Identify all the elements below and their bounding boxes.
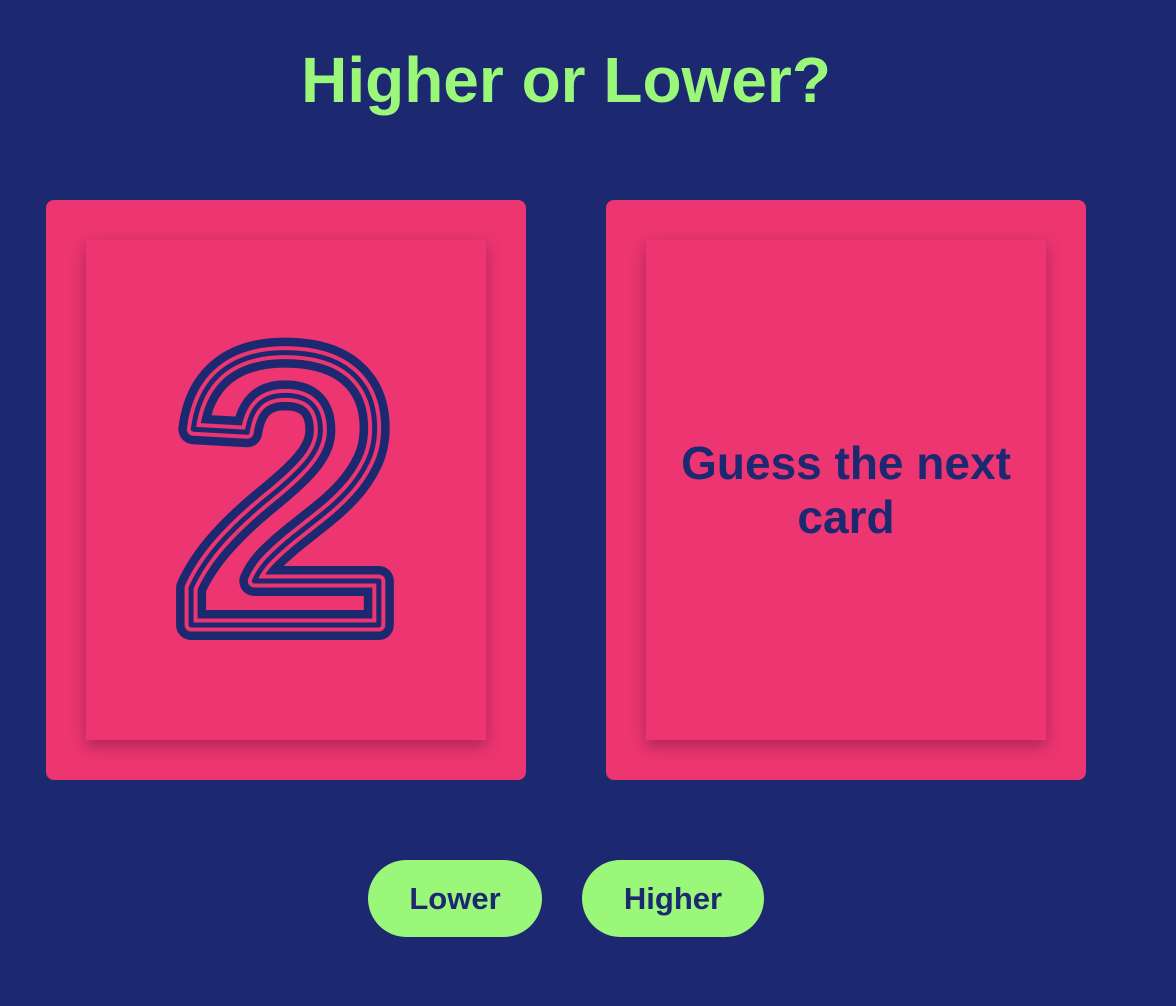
card-value-two: 2 2 2 [176, 335, 396, 645]
lower-button[interactable]: Lower [368, 860, 542, 937]
guess-prompt: Guess the next card [681, 437, 1011, 543]
current-card-face: 2 2 2 [86, 240, 486, 740]
higher-button[interactable]: Higher [582, 860, 764, 937]
current-card: 2 2 2 [46, 200, 526, 780]
page-title: Higher or Lower? [301, 44, 831, 116]
card-value-center-line: 2 [178, 335, 395, 645]
next-card-face: Guess the next card [646, 240, 1046, 740]
next-card: Guess the next card [606, 200, 1086, 780]
